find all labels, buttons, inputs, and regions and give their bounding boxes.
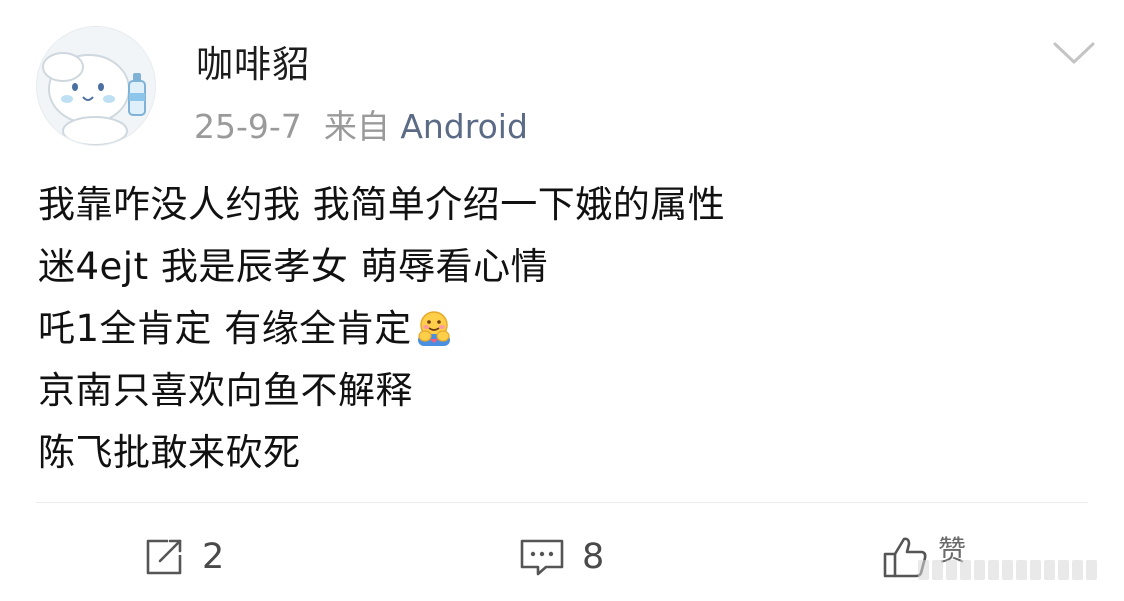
comment-icon (520, 539, 564, 576)
hug-emoji-icon (417, 311, 450, 346)
post-meta: 25-9-7 来自 Android (194, 100, 528, 148)
post-line: 我靠咋没人约我 我简单介绍一下娥的属性 (38, 183, 726, 226)
action-bar: 2 8 赞 (0, 518, 1124, 598)
source-prefix: 来自 (323, 107, 390, 146)
avatar-image (37, 27, 155, 145)
comment-button[interactable]: 8 (518, 532, 604, 582)
share-button[interactable]: 2 (144, 532, 224, 582)
divider (36, 502, 1088, 503)
share-icon (146, 539, 182, 575)
source-app-link[interactable]: Android (400, 107, 528, 146)
post-line-with-emoji: 吒1全肯定 有缘全肯定 (38, 298, 1088, 360)
username[interactable]: 咖啡貂 (196, 34, 310, 88)
watermark-overlay (918, 560, 1118, 582)
avatar[interactable] (36, 26, 156, 146)
post-line-text: 吒1全肯定 有缘全肯定 (38, 307, 412, 350)
chevron-down-icon[interactable] (1052, 38, 1096, 68)
post-line: 陈飞批敢来砍死 (38, 431, 301, 474)
post-line: 迷4ejt 我是辰孝女 萌辱看心情 (38, 245, 549, 288)
post-header: 咖啡貂 25-9-7 来自 Android (0, 0, 1124, 160)
post-date: 25-9-7 (194, 107, 302, 146)
share-count: 2 (202, 537, 225, 577)
comment-count: 8 (582, 537, 605, 577)
post-content: 我靠咋没人约我 我简单介绍一下娥的属性 迷4ejt 我是辰孝女 萌辱看心情 吒1… (38, 174, 1088, 484)
post-line: 京南只喜欢向鱼不解释 (38, 369, 413, 412)
